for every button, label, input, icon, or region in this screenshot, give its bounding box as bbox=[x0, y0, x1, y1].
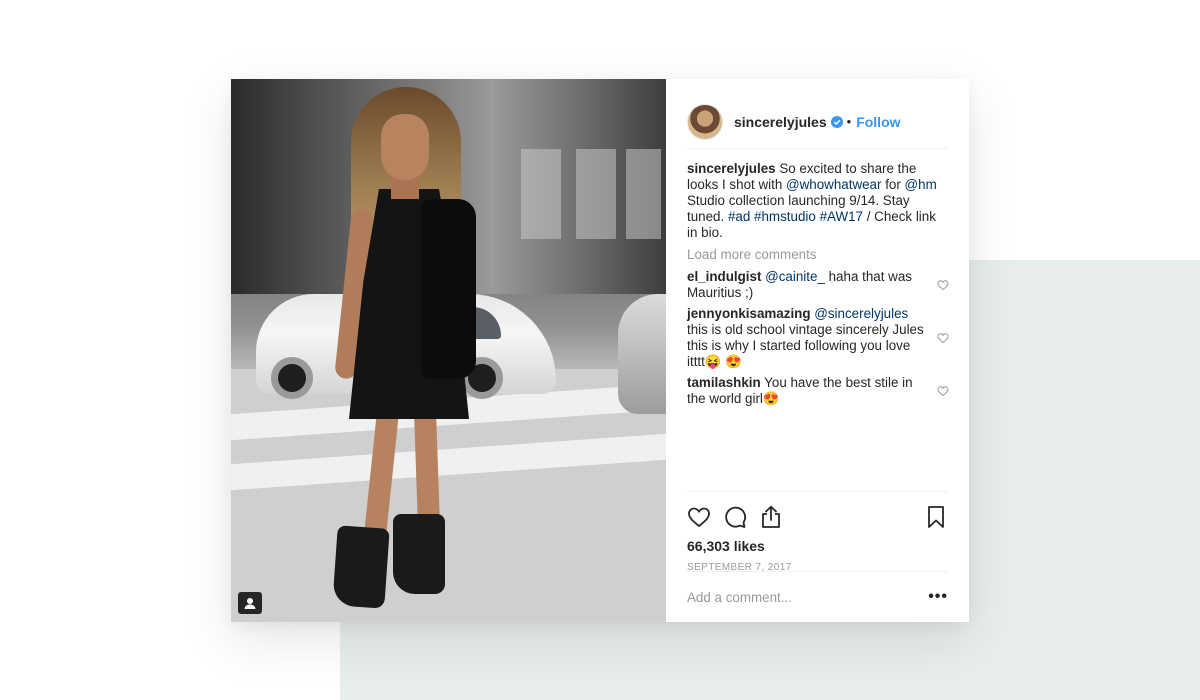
comment-mention-link[interactable]: @cainite_ bbox=[765, 269, 825, 284]
post-caption: sincerelyjules So excited to share the l… bbox=[687, 161, 949, 241]
comment-text: this is old school vintage sincerely Jul… bbox=[687, 322, 924, 369]
caption-hashtag-link[interactable]: #AW17 bbox=[820, 209, 863, 224]
share-icon bbox=[762, 505, 780, 528]
header-separator: • bbox=[846, 114, 852, 129]
post-actions-section: 66,303 likes SEPTEMBER 7, 2017 bbox=[687, 491, 948, 573]
heart-outline-icon[interactable] bbox=[937, 385, 949, 397]
comment-username[interactable]: tamilashkin bbox=[687, 375, 761, 390]
heart-outline-icon[interactable] bbox=[937, 279, 949, 291]
photo-second-car bbox=[618, 294, 666, 414]
photo-person-jacket bbox=[421, 199, 476, 379]
photo-window bbox=[626, 149, 661, 239]
caption-mention-link[interactable]: @whowhatwear bbox=[786, 177, 881, 192]
avatar[interactable] bbox=[687, 103, 723, 140]
photo-car-wheel bbox=[271, 357, 313, 399]
caption-text: for bbox=[881, 177, 905, 192]
save-button[interactable] bbox=[924, 505, 948, 529]
share-button[interactable] bbox=[759, 505, 783, 529]
instagram-post-card: sincerelyjules • Follow sincerelyjules S… bbox=[231, 79, 969, 622]
heart-icon bbox=[688, 507, 710, 528]
load-more-comments-button[interactable]: Load more comments bbox=[687, 247, 949, 263]
verified-badge-icon bbox=[830, 115, 843, 128]
post-photo[interactable] bbox=[231, 79, 666, 622]
comment-item: el_indulgist @cainite_ haha that was Mau… bbox=[687, 269, 949, 301]
photo-person-boot bbox=[393, 514, 445, 594]
add-comment-row: ••• bbox=[687, 571, 948, 622]
like-button[interactable] bbox=[687, 505, 711, 529]
more-options-button[interactable]: ••• bbox=[928, 588, 948, 606]
comment-username[interactable]: el_indulgist bbox=[687, 269, 761, 284]
bookmark-icon bbox=[928, 506, 944, 528]
comment-mention-link[interactable]: @sincerelyjules bbox=[814, 306, 908, 321]
post-author-username[interactable]: sincerelyjules bbox=[734, 114, 827, 130]
caption-username[interactable]: sincerelyjules bbox=[687, 161, 776, 176]
comments-list: sincerelyjules So excited to share the l… bbox=[687, 161, 949, 412]
add-comment-input[interactable] bbox=[687, 589, 929, 605]
post-header: sincerelyjules • Follow bbox=[687, 95, 948, 149]
action-bar bbox=[687, 492, 948, 534]
photo-person-face bbox=[381, 114, 429, 180]
user-tag-icon bbox=[244, 598, 256, 609]
caption-hashtag-link[interactable]: #hmstudio bbox=[754, 209, 816, 224]
comment-icon bbox=[725, 506, 747, 528]
comment-item: tamilashkin You have the best stile in t… bbox=[687, 375, 949, 407]
photo-person-boot bbox=[332, 525, 390, 609]
photo-window bbox=[576, 149, 616, 239]
caption-hashtag-link[interactable]: #ad bbox=[728, 209, 750, 224]
photo-window bbox=[521, 149, 561, 239]
follow-button[interactable]: Follow bbox=[856, 114, 900, 130]
comment-button[interactable] bbox=[723, 505, 747, 529]
caption-mention-link[interactable]: @hm bbox=[905, 177, 937, 192]
user-tag-button[interactable] bbox=[238, 592, 262, 614]
comment-item: jennyonkisamazing @sincerelyjules this i… bbox=[687, 306, 949, 370]
post-side-panel: sincerelyjules • Follow sincerelyjules S… bbox=[666, 79, 969, 622]
likes-count[interactable]: 66,303 likes bbox=[687, 538, 948, 554]
heart-outline-icon[interactable] bbox=[937, 332, 949, 344]
comment-username[interactable]: jennyonkisamazing bbox=[687, 306, 811, 321]
